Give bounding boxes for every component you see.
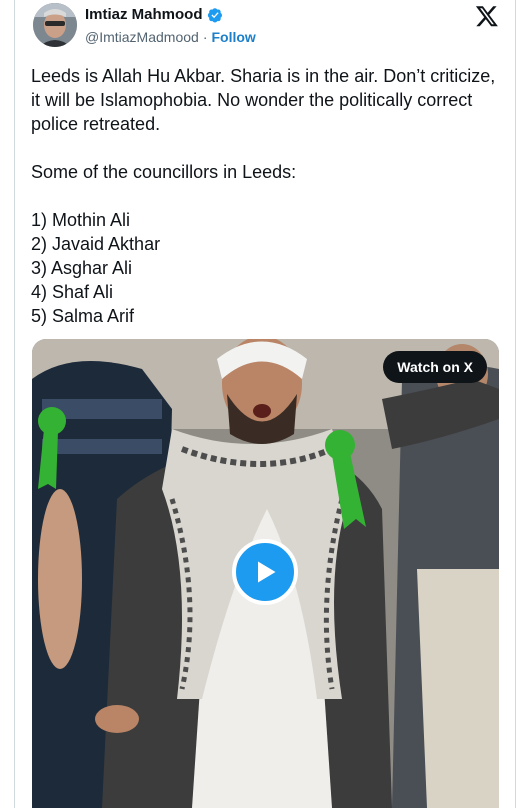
author-name[interactable]: Imtiaz Mahmood	[85, 6, 203, 23]
separator: ·	[202, 29, 208, 45]
x-logo-icon[interactable]	[475, 4, 499, 28]
tweet-text: Leeds is Allah Hu Akbar. Sharia is in th…	[31, 66, 496, 326]
author-name-row: Imtiaz Mahmood	[85, 6, 223, 23]
watch-on-x-button[interactable]: Watch on X	[383, 351, 487, 383]
play-button[interactable]	[232, 539, 298, 605]
author-handle[interactable]: @ImtiazMadmood	[85, 29, 199, 45]
video-player[interactable]: Watch on X	[32, 339, 499, 808]
play-icon	[258, 561, 276, 583]
tweet-card: Imtiaz Mahmood @ImtiazMadmood · Follow L…	[14, 0, 516, 808]
avatar[interactable]	[33, 3, 77, 47]
author-handle-row: @ImtiazMadmood · Follow	[85, 29, 256, 45]
verified-badge-icon	[207, 7, 222, 22]
follow-button[interactable]: Follow	[211, 29, 255, 45]
